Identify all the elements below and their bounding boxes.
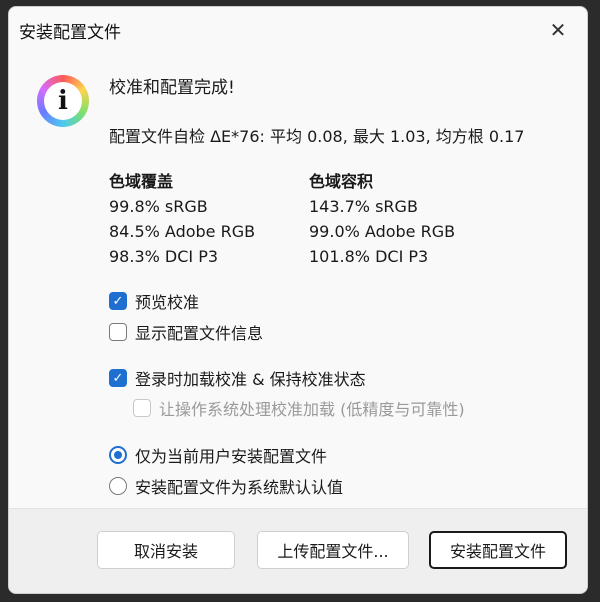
gamut-volume: 色域容积 143.7% sRGB 99.0% Adobe RGB 101.8% … <box>309 169 455 269</box>
button-bar: 取消安装 上传配置文件... 安装配置文件 <box>9 508 587 593</box>
cancel-install-button[interactable]: 取消安装 <box>97 531 235 569</box>
window-title: 安装配置文件 <box>19 22 121 43</box>
scope-current-user-label: 仅为当前用户安装配置文件 <box>135 447 328 466</box>
gamut-coverage-header: 色域覆盖 <box>109 172 174 191</box>
show-profile-info-label: 显示配置文件信息 <box>135 324 264 343</box>
load-on-login-label: 登录时加载校准 & 保持校准状态 <box>135 370 366 389</box>
load-on-login-option[interactable]: ✓ 登录时加载校准 & 保持校准状态 <box>109 366 366 390</box>
gamut-coverage: 色域覆盖 99.8% sRGB 84.5% Adobe RGB 98.3% DC… <box>109 169 255 269</box>
upload-profile-button[interactable]: 上传配置文件... <box>257 531 409 569</box>
os-handles-loading-option: 让操作系统处理校准加载 (低精度与可靠性) <box>133 396 465 420</box>
scope-system-default-option[interactable]: 安装配置文件为系统默认认值 <box>109 474 343 498</box>
preview-calibration-label: 预览校准 <box>135 293 200 312</box>
preview-calibration-option[interactable]: ✓ 预览校准 <box>109 289 199 313</box>
gamut-volume-adobe-rgb: 99.0% Adobe RGB <box>309 222 456 241</box>
info-icon: i <box>37 75 89 127</box>
gamut-coverage-dci-p3: 98.3% DCI P3 <box>109 247 219 266</box>
os-handles-loading-checkbox <box>133 399 151 417</box>
gamut-volume-header: 色域容积 <box>309 172 374 191</box>
dialog-content: i 校准和配置完成! 配置文件自检 ΔE*76: 平均 0.08, 最大 1.0… <box>9 53 587 511</box>
scope-system-default-label: 安装配置文件为系统默认认值 <box>135 478 344 497</box>
os-handles-loading-label: 让操作系统处理校准加载 (低精度与可靠性) <box>159 400 465 419</box>
profile-self-check: 配置文件自检 ΔE*76: 平均 0.08, 最大 1.03, 均方根 0.17 <box>109 127 525 146</box>
gamut-coverage-adobe-rgb: 84.5% Adobe RGB <box>109 222 256 241</box>
close-icon[interactable]: ✕ <box>543 15 573 45</box>
scope-current-user-radio[interactable] <box>109 446 127 464</box>
show-profile-info-checkbox[interactable] <box>109 323 127 341</box>
load-on-login-checkbox[interactable]: ✓ <box>109 369 127 387</box>
scope-system-default-radio[interactable] <box>109 477 127 495</box>
install-profile-button[interactable]: 安装配置文件 <box>429 531 567 569</box>
gamut-volume-srgb: 143.7% sRGB <box>309 197 418 216</box>
gamut-coverage-srgb: 99.8% sRGB <box>109 197 208 216</box>
show-profile-info-option[interactable]: 显示配置文件信息 <box>109 320 263 344</box>
scope-current-user-option[interactable]: 仅为当前用户安装配置文件 <box>109 443 327 467</box>
info-icon-glyph: i <box>44 82 82 120</box>
title-bar: 安装配置文件 ✕ <box>9 7 587 53</box>
install-profile-dialog: 安装配置文件 ✕ i 校准和配置完成! 配置文件自检 ΔE*76: 平均 0.0… <box>8 6 588 594</box>
gamut-volume-dci-p3: 101.8% DCI P3 <box>309 247 429 266</box>
preview-calibration-checkbox[interactable]: ✓ <box>109 292 127 310</box>
completion-heading: 校准和配置完成! <box>109 78 235 98</box>
